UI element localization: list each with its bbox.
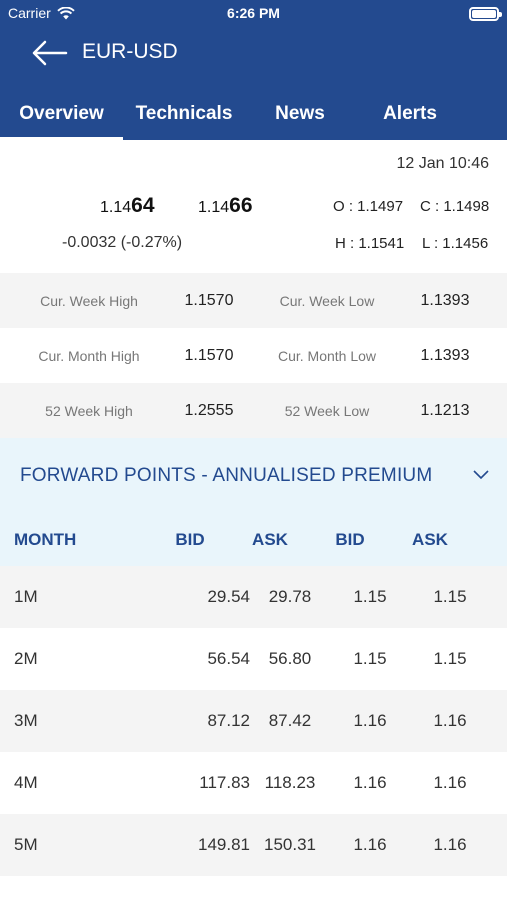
table-row: 3M 87.12 87.42 1.16 1.16: [0, 690, 507, 752]
ask-cell: 1.16: [433, 835, 467, 854]
stat-label: 52 Week Low: [284, 402, 370, 419]
stat-value: 1.1570: [184, 346, 234, 364]
stat-value: 1.1213: [420, 401, 470, 419]
bid-price-prefix: 1.14: [100, 199, 132, 216]
back-button[interactable]: [30, 38, 70, 68]
stats-row-month: Cur. Month High 1.1570 Cur. Month Low 1.…: [0, 328, 507, 383]
tab-bar: Overview Technicals News Alerts: [0, 88, 507, 140]
open-value: O : 1.1497: [333, 198, 404, 215]
stat-label: Cur. Week High: [40, 292, 138, 309]
nav-bar: EUR-USD: [0, 28, 507, 78]
table-row: 5M 149.81 150.31 1.16 1.16: [0, 814, 507, 876]
bid-cell: 1.15: [353, 649, 387, 668]
bid-cell: 56.54: [207, 649, 250, 668]
quote-panel: 12 Jan 10:46 1.1464 1.1466 -0.0032 (-0.2…: [0, 140, 507, 273]
ask-price-prefix: 1.14: [198, 199, 230, 216]
ask-cell: 1.15: [433, 649, 467, 668]
column-header-ask: ASK: [252, 529, 288, 549]
ask-cell: 150.31: [264, 835, 316, 854]
tab-label: Alerts: [383, 103, 437, 124]
chevron-down-icon: [473, 470, 489, 480]
close-value: C : 1.1498: [420, 198, 490, 215]
stats-row-52week: 52 Week High 1.2555 52 Week Low 1.1213: [0, 383, 507, 438]
ask-cell: 1.16: [433, 773, 467, 792]
table-row: 1M 29.54 29.78 1.15 1.15: [0, 566, 507, 628]
ask-price-pips: 66: [229, 194, 253, 217]
app-header: Carrier 6:26 PM EUR-USD Overview Technic…: [0, 0, 507, 140]
bid-cell: 117.83: [199, 773, 250, 792]
tab-label: Overview: [19, 103, 104, 124]
tab-label: Technicals: [135, 103, 233, 124]
tab-news[interactable]: News: [245, 88, 355, 140]
status-time: 6:26 PM: [227, 5, 280, 21]
bid-price-pips: 64: [131, 194, 155, 217]
bid-cell: 1.15: [353, 587, 387, 606]
tab-overview[interactable]: Overview: [0, 88, 123, 140]
quote-timestamp: 12 Jan 10:46: [396, 155, 489, 172]
month-cell: 1M: [14, 587, 38, 606]
ask-cell: 87.42: [268, 711, 312, 730]
bid-cell: 1.16: [353, 711, 387, 730]
month-cell: 5M: [14, 835, 38, 854]
tab-alerts[interactable]: Alerts: [355, 88, 465, 140]
stat-value: 1.2555: [184, 401, 234, 419]
ask-cell: 29.78: [268, 587, 312, 606]
tab-label: News: [275, 103, 325, 124]
table-header: MONTH BID ASK BID ASK: [0, 513, 507, 566]
bid-cell: 29.54: [207, 587, 250, 606]
column-header-bid: BID: [335, 529, 365, 549]
stat-value: 1.1393: [420, 346, 470, 364]
battery-icon: [469, 7, 502, 21]
bid-cell: 87.12: [207, 711, 250, 730]
column-header-ask: ASK: [412, 529, 448, 549]
range-stats: Cur. Week High 1.1570 Cur. Week Low 1.13…: [0, 273, 507, 438]
month-cell: 3M: [14, 711, 38, 730]
ask-cell: 1.15: [433, 587, 467, 606]
stat-value: 1.1393: [420, 291, 470, 309]
ask-cell: 118.23: [264, 773, 316, 792]
month-cell: 2M: [14, 649, 38, 668]
high-value: H : 1.1541: [335, 235, 405, 252]
stat-label: Cur. Month High: [38, 347, 140, 364]
bid-cell: 1.16: [353, 773, 387, 792]
table-row: 4M 117.83 118.23 1.16 1.16: [0, 752, 507, 814]
forward-points-toggle[interactable]: FORWARD POINTS - ANNUALISED PREMIUM: [0, 438, 507, 513]
ask-cell: 1.16: [433, 711, 467, 730]
back-arrow-icon: [32, 40, 68, 66]
low-value: L : 1.1456: [422, 235, 489, 252]
forward-points-table: MONTH BID ASK BID ASK 1M 29.54 29.78 1.1…: [0, 513, 507, 876]
table-row: 2M 56.54 56.80 1.15 1.15: [0, 628, 507, 690]
status-bar: Carrier 6:26 PM: [0, 0, 507, 28]
month-cell: 4M: [14, 773, 38, 792]
ask-price: 1.1466: [198, 194, 253, 218]
bid-cell: 1.16: [353, 835, 387, 854]
forward-points-title: FORWARD POINTS - ANNUALISED PREMIUM: [20, 464, 433, 486]
column-header-bid: BID: [175, 529, 205, 549]
tab-technicals[interactable]: Technicals: [123, 88, 245, 140]
page-title: EUR-USD: [82, 40, 178, 63]
ask-cell: 56.80: [268, 649, 312, 668]
stat-label: Cur. Week Low: [279, 292, 375, 309]
bid-price: 1.1464: [100, 194, 155, 218]
stat-label: Cur. Month Low: [277, 347, 377, 364]
stat-value: 1.1570: [184, 291, 234, 309]
stat-label: 52 Week High: [45, 402, 133, 419]
stats-row-week: Cur. Week High 1.1570 Cur. Week Low 1.13…: [0, 273, 507, 328]
price-change: -0.0032 (-0.27%): [62, 234, 183, 251]
bid-cell: 149.81: [198, 835, 250, 854]
